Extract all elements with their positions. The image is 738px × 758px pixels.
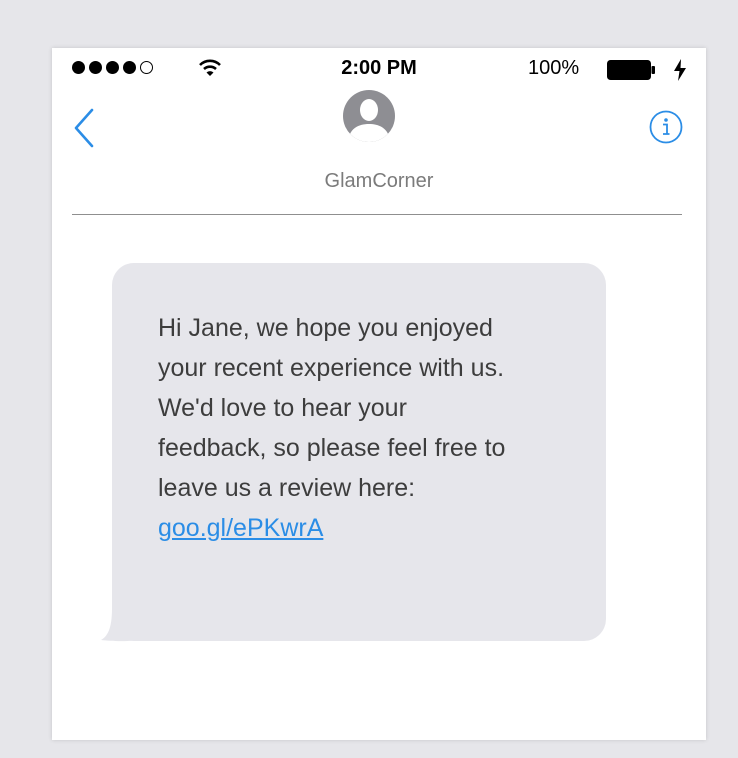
- message-text: Hi Jane, we hope you enjoyed your recent…: [158, 308, 578, 548]
- battery-icon: [607, 60, 655, 80]
- status-bar: 2:00 PM 100%: [52, 48, 706, 88]
- header-divider: [72, 214, 682, 215]
- battery-percentage: 100%: [528, 57, 580, 79]
- info-button[interactable]: [649, 110, 683, 144]
- person-silhouette-icon: [343, 90, 395, 142]
- message-line: your recent experience with us.: [158, 354, 505, 382]
- contact-name[interactable]: GlamCorner: [52, 170, 706, 193]
- message-line: Hi Jane, we hope you enjoyed: [158, 314, 493, 342]
- chevron-left-icon: [74, 108, 94, 148]
- back-button[interactable]: [70, 106, 100, 150]
- lightning-bolt-icon: [674, 59, 686, 81]
- message-line: We'd love to hear your: [158, 394, 407, 422]
- message-line: feedback, so please feel free to: [158, 434, 506, 462]
- info-icon: [649, 110, 683, 144]
- review-link[interactable]: goo.gl/ePKwrA: [158, 514, 323, 542]
- message-line: leave us a review here:: [158, 474, 416, 502]
- contact-avatar[interactable]: [343, 90, 395, 142]
- messages-screen: 2:00 PM 100% GlamCorner Hi Jane, we hope…: [52, 48, 706, 740]
